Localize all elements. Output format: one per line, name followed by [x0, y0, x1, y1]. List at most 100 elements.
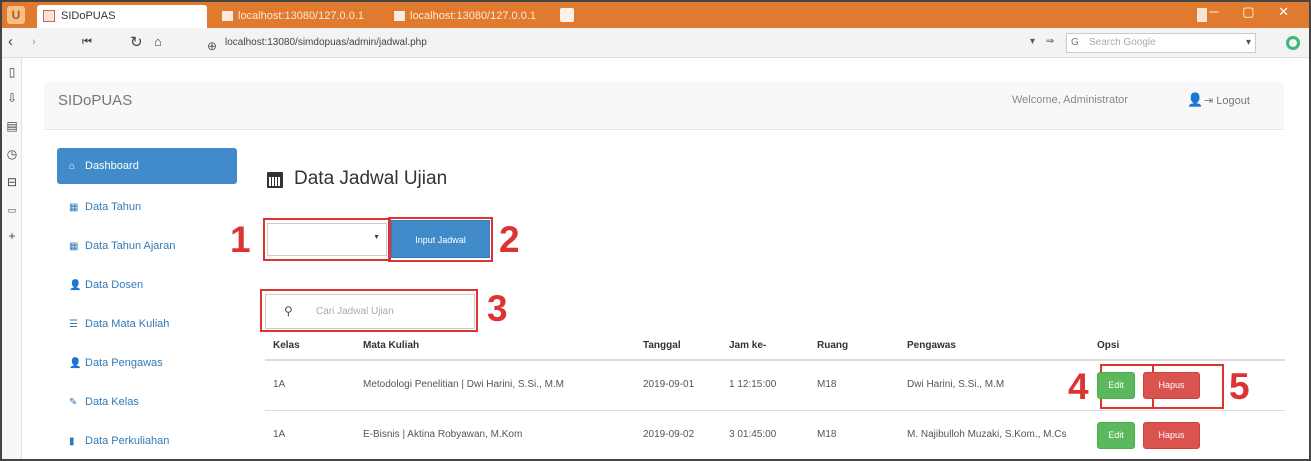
delete-button[interactable]: Hapus — [1143, 371, 1200, 399]
sidebar-menu: ⌂ Dashboard ▦ Data Tahun ▦ Data Tahun Ajara… — [57, 148, 237, 459]
search-engine-icon: G — [1071, 37, 1079, 48]
callout-box-1 — [263, 218, 391, 261]
url-text: localhost:13080/simdopuas/admin/jadwal.p… — [225, 37, 427, 48]
cell-mata-kuliah: E-Bisnis | Aktina Robyawan, M.Kom — [355, 409, 635, 459]
sidebar-item-data-perkuliahan[interactable]: ▮ Data Perkuliahan — [57, 422, 237, 459]
sidebar-item-label: Data Tahun Ajaran — [85, 240, 176, 252]
sidebar-item-label: Data Tahun — [85, 201, 142, 213]
extension-icon[interactable] — [1286, 36, 1300, 50]
tab-sidopuas[interactable]: SIDoPUAS — [37, 5, 207, 28]
edit-button[interactable]: Edit — [1097, 371, 1135, 399]
url-field[interactable]: ⊕ localhost:13080/simdopuas/admin/jadwal… — [207, 33, 987, 53]
window-controls[interactable]: ─ ▢ ✕ — [1209, 4, 1299, 20]
search-placeholder: Cari Jadwal Ujian — [316, 306, 394, 317]
page-favicon-icon — [394, 11, 405, 21]
search-icon: ⚲ — [284, 304, 293, 318]
history-icon[interactable]: ◷ — [6, 148, 18, 160]
page-title: Data Jadwal Ujian — [294, 168, 448, 189]
browser-menu-icon[interactable] — [1197, 8, 1207, 22]
window-icon[interactable]: ▭ — [6, 204, 18, 216]
sidebar-item-label: Data Mata Kuliah — [85, 318, 170, 330]
cell-mata-kuliah: Metodologi Penelitian | Dwi Harini, S.Si… — [355, 359, 635, 410]
cell-jam: 3 01:45:00 — [721, 409, 809, 459]
search-input[interactable]: ⚲ Cari Jadwal Ujian — [265, 294, 475, 329]
column-header: Kelas — [265, 332, 355, 361]
download-icon[interactable]: ⇩ — [6, 92, 18, 104]
cell-tanggal: 2019-09-01 — [635, 359, 721, 410]
sidebar-item-label: Data Dosen — [85, 279, 144, 291]
callout-number-1: 1 — [230, 219, 251, 260]
cell-jam: 1 12:15:00 — [721, 359, 809, 410]
cell-kelas: 1A — [265, 409, 355, 459]
cell-opsi: Edit Hapus — [1089, 409, 1285, 459]
edit-button[interactable]: Edit — [1097, 421, 1135, 449]
new-tab-button[interactable] — [560, 8, 574, 22]
column-header: Tanggal — [635, 332, 721, 361]
user-icon: 👤 — [69, 358, 82, 369]
sidebar-item-data-mata-kuliah[interactable]: ☰ Data Mata Kuliah — [57, 305, 237, 344]
browser-sidebar: ▯ ⇩ ▤ ◷ ⊟ ▭ + — [2, 58, 22, 459]
jadwal-table: Kelas Mata Kuliah Tanggal Jam ke- Ruang … — [265, 332, 1285, 459]
page-favicon-icon — [43, 10, 55, 22]
cell-ruang: M18 — [809, 359, 899, 410]
tab-label: localhost:13080/127.0.0.1 — [238, 10, 364, 22]
welcome-text: Welcome, Administrator — [1012, 94, 1128, 106]
sidebar-item-dashboard[interactable]: ⌂ Dashboard — [57, 148, 237, 184]
tab-localhost-2[interactable]: localhost:13080/127.0.0.1 — [392, 5, 552, 28]
column-header: Mata Kuliah — [355, 332, 635, 361]
browser-search-input[interactable]: G Search Google ▾ — [1066, 33, 1256, 53]
table-icon: ▦ — [69, 202, 79, 213]
notes-icon[interactable]: ▤ — [6, 120, 18, 132]
logout-label: Logout — [1216, 95, 1250, 107]
browser-window: U SIDoPUAS localhost:13080/127.0.0.1 loc… — [0, 0, 1311, 461]
tab-localhost-1[interactable]: localhost:13080/127.0.0.1 — [220, 5, 385, 28]
sidebar-item-data-pengawas[interactable]: 👤 Data Pengawas — [57, 344, 237, 383]
sidebar-item-data-tahun[interactable]: ▦ Data Tahun — [57, 188, 237, 227]
user-icon: 👤 — [1187, 92, 1204, 107]
book-icon: ▮ — [69, 436, 75, 447]
skip-back-icon[interactable]: ⏮ — [82, 36, 92, 49]
app-brand[interactable]: SIDoPUAS — [58, 92, 132, 109]
home-icon: ⌂ — [69, 161, 76, 172]
tab-label: SIDoPUAS — [61, 10, 116, 22]
cell-opsi: Edit Hapus — [1089, 359, 1285, 410]
cell-pengawas: Dwi Harini, S.Si., M.M — [899, 359, 1089, 410]
table-icon: ▦ — [69, 241, 79, 252]
cell-tanggal: 2019-09-02 — [635, 409, 721, 459]
sidebar-item-label: Data Kelas — [85, 396, 139, 408]
calendar-icon — [267, 172, 283, 188]
table-header-row: Kelas Mata Kuliah Tanggal Jam ke- Ruang … — [265, 332, 1285, 361]
tab-bar: U SIDoPUAS localhost:13080/127.0.0.1 loc… — [2, 2, 1309, 28]
chevron-down-icon[interactable]: ▾ — [1246, 34, 1251, 52]
column-header: Pengawas — [899, 332, 1089, 361]
logout-link[interactable]: ⇥ Logout — [1204, 94, 1250, 107]
panel-icon[interactable]: ⊟ — [6, 176, 18, 188]
browser-logo-icon[interactable]: U — [7, 6, 25, 24]
column-header: Jam ke- — [721, 332, 809, 361]
home-icon[interactable]: ⌂ — [154, 34, 162, 49]
table-row: 1A Metodologi Penelitian | Dwi Harini, S… — [265, 359, 1285, 410]
tab-label: localhost:13080/127.0.0.1 — [410, 10, 536, 22]
cell-pengawas: M. Najibulloh Muzaki, S.Kom., M.Cs — [899, 409, 1089, 459]
user-icon: 👤 — [69, 280, 82, 291]
sidebar-item-label: Data Pengawas — [85, 357, 163, 369]
sidebar-item-data-kelas[interactable]: ✎ Data Kelas — [57, 383, 237, 422]
back-icon[interactable]: ‹ — [8, 33, 13, 50]
add-panel-icon[interactable]: + — [6, 230, 18, 242]
column-header: Ruang — [809, 332, 899, 361]
globe-icon: ⊕ — [207, 39, 218, 53]
bookmark-icon[interactable]: ▯ — [6, 66, 18, 78]
list-icon: ☰ — [69, 319, 78, 330]
sidebar-item-data-dosen[interactable]: 👤 Data Dosen — [57, 266, 237, 305]
browser-search-placeholder: Search Google — [1089, 37, 1156, 48]
sidebar-item-label: Dashboard — [85, 160, 139, 172]
callout-number-3: 3 — [487, 288, 508, 329]
pencil-icon: ✎ — [69, 397, 78, 408]
column-header: Opsi — [1089, 332, 1285, 361]
cell-kelas: 1A — [265, 359, 355, 410]
reload-icon[interactable]: ↻ — [130, 33, 143, 51]
delete-button[interactable]: Hapus — [1143, 421, 1200, 449]
callout-number-2: 2 — [499, 219, 520, 260]
forward-icon[interactable]: › — [32, 36, 36, 48]
sidebar-item-data-tahun-ajaran[interactable]: ▦ Data Tahun Ajaran — [57, 227, 237, 266]
